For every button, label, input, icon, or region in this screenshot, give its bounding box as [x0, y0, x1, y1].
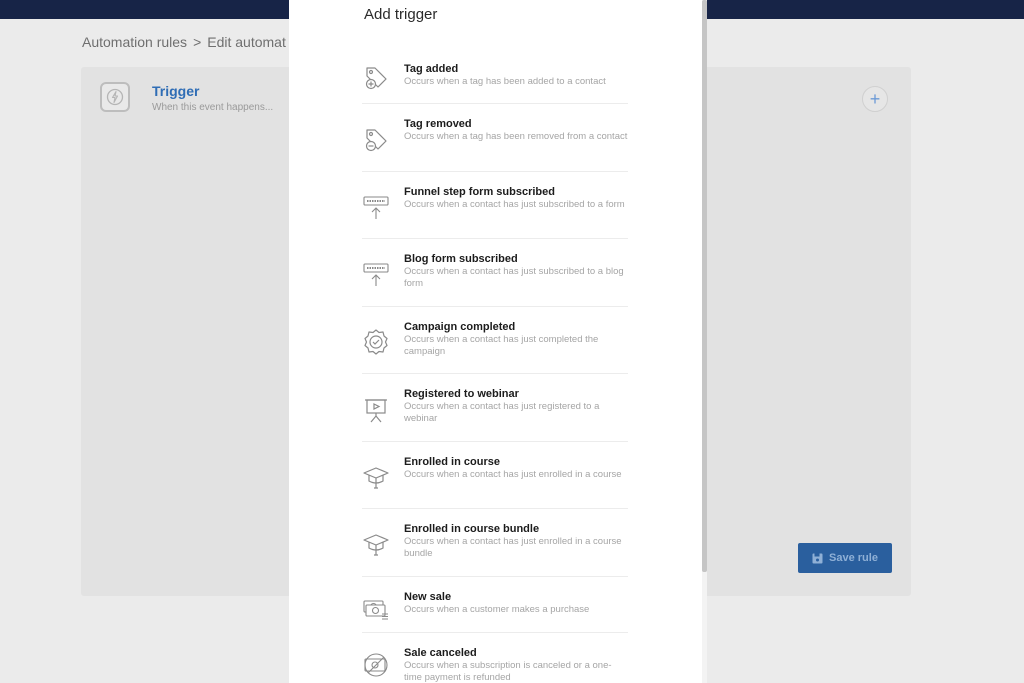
plus-icon: +	[869, 88, 881, 109]
trigger-title[interactable]: Trigger	[152, 83, 199, 99]
trigger-option-title: Sale canceled	[404, 647, 477, 659]
subscribe-icon	[362, 194, 390, 222]
trigger-option-title: Registered to webinar	[404, 388, 519, 400]
trigger-option-title: Campaign completed	[404, 321, 516, 333]
trigger-option-title: Tag removed	[404, 118, 472, 130]
trigger-option-campaign-completed[interactable]: Campaign completed Occurs when a contact…	[362, 307, 628, 374]
trigger-option-description: Occurs when a tag has been added to a co…	[404, 76, 606, 87]
trigger-option-description: Occurs when a contact has just subscribe…	[404, 266, 624, 289]
trigger-option-description: Occurs when a contact has just registere…	[404, 401, 600, 424]
trigger-option-tag-removed[interactable]: Tag removed Occurs when a tag has been r…	[362, 104, 628, 172]
money-icon	[362, 595, 390, 623]
tag-remove-icon	[362, 126, 390, 154]
trigger-option-description: Occurs when a customer makes a purchase	[404, 604, 590, 615]
trigger-option-description: Occurs when a tag has been removed from …	[404, 131, 628, 142]
trigger-subtitle: When this event happens...	[152, 102, 274, 113]
add-step-button[interactable]: +	[862, 86, 888, 112]
trigger-option-title: Enrolled in course bundle	[404, 523, 540, 535]
trigger-list: Tag added Occurs when a tag has been add…	[362, 50, 628, 683]
trigger-option-funnel-step-form-subscribed[interactable]: Funnel step form subscribed Occurs when …	[362, 172, 628, 239]
breadcrumb: Automation rules > Edit automat	[82, 34, 286, 50]
trigger-option-tag-added[interactable]: Tag added Occurs when a tag has been add…	[362, 50, 628, 104]
trigger-option-title: Funnel step form subscribed	[404, 186, 555, 198]
trigger-option-title: Enrolled in course	[404, 456, 500, 468]
money-cancel-icon	[362, 651, 390, 679]
trigger-option-registered-to-webinar[interactable]: Registered to webinar Occurs when a cont…	[362, 374, 628, 442]
trigger-option-description: Occurs when a contact has just enrolled …	[404, 536, 622, 559]
trigger-option-blog-form-subscribed[interactable]: Blog form subscribed Occurs when a conta…	[362, 239, 628, 307]
trigger-option-description: Occurs when a contact has just enrolled …	[404, 469, 622, 480]
save-rule-label: Save rule	[829, 552, 878, 564]
modal-scrollbar-thumb[interactable]	[702, 0, 707, 572]
floppy-disk-icon	[812, 553, 823, 563]
trigger-option-enrolled-in-course-bundle[interactable]: Enrolled in course bundle Occurs when a …	[362, 509, 628, 577]
graduation-cap-icon	[362, 463, 390, 491]
badge-check-icon	[362, 327, 390, 355]
trigger-option-title: New sale	[404, 591, 452, 603]
subscribe-icon	[362, 261, 390, 289]
breadcrumb-current: Edit automat	[207, 34, 286, 50]
trigger-option-title: Tag added	[404, 63, 459, 75]
graduation-cap-icon	[362, 530, 390, 558]
trigger-option-enrolled-in-course[interactable]: Enrolled in course Occurs when a contact…	[362, 442, 628, 509]
tag-add-icon	[362, 64, 390, 92]
presentation-icon	[362, 396, 390, 424]
trigger-option-sale-canceled[interactable]: Sale canceled Occurs when a subscription…	[362, 633, 628, 683]
lightning-icon	[100, 82, 130, 112]
trigger-option-description: Occurs when a contact has just subscribe…	[404, 199, 625, 210]
breadcrumb-automation-rules[interactable]: Automation rules	[82, 34, 187, 50]
trigger-option-description: Occurs when a subscription is canceled o…	[404, 660, 612, 683]
breadcrumb-separator: >	[193, 34, 202, 50]
trigger-option-title: Blog form subscribed	[404, 253, 518, 265]
trigger-option-new-sale[interactable]: New sale Occurs when a customer makes a …	[362, 577, 628, 633]
trigger-option-description: Occurs when a contact has just completed…	[404, 334, 599, 357]
save-rule-button[interactable]: Save rule	[798, 543, 892, 573]
modal-title: Add trigger	[364, 6, 438, 23]
